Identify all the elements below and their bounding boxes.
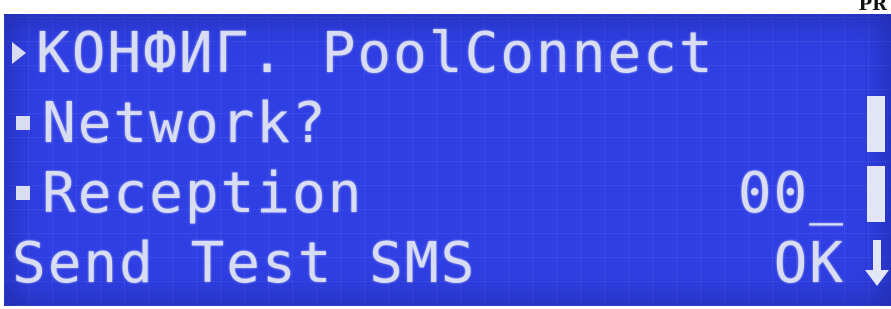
menu-item-label: Send Test SMS <box>12 230 477 296</box>
menu-item-label: Network? <box>42 90 328 156</box>
scrollbar-segment <box>867 96 885 152</box>
arrow-tip <box>865 270 889 286</box>
bullet-icon <box>16 186 30 200</box>
page: PR КОНФИГ. PoolConnect Network? Receptio… <box>0 0 891 309</box>
lcd-display: КОНФИГ. PoolConnect Network? Reception 0… <box>4 14 891 306</box>
send-test-status: OK <box>773 230 845 296</box>
menu-item-reception[interactable]: Reception 00_ <box>12 160 891 226</box>
arrow-stem <box>873 240 881 274</box>
cropped-text-fragment: PR <box>858 0 888 15</box>
scroll-down-arrow-icon[interactable] <box>865 240 889 290</box>
bullet-icon <box>16 116 30 130</box>
reception-value: 00_ <box>737 160 845 226</box>
menu-title: КОНФИГ. PoolConnect <box>36 20 715 86</box>
menu-item-send-test-sms[interactable]: Send Test SMS OK <box>12 230 891 296</box>
scrollbar-segment <box>867 166 885 222</box>
menu-title-row[interactable]: КОНФИГ. PoolConnect <box>12 20 891 86</box>
menu-item-label: Reception <box>42 160 364 226</box>
selection-arrow-icon <box>12 42 26 64</box>
menu-item-network[interactable]: Network? <box>12 90 891 156</box>
